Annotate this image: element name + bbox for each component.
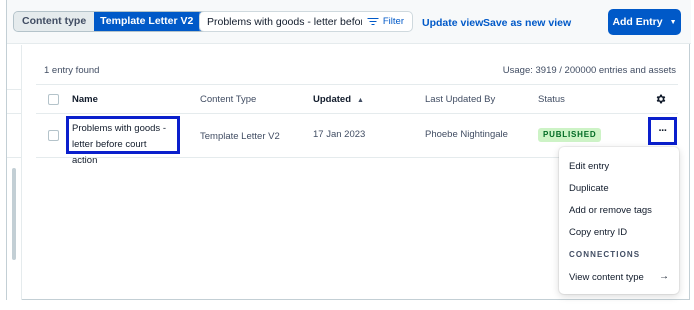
- entries-count: 1 entry found: [44, 65, 100, 76]
- filter-icon: [367, 17, 379, 26]
- entry-name-link[interactable]: Problems with goods - letter before cour…: [66, 116, 180, 166]
- content-type-label: Content type: [14, 12, 95, 31]
- column-header-status[interactable]: Status: [538, 94, 565, 105]
- menu-item-duplicate[interactable]: Duplicate: [569, 183, 609, 194]
- usage-text: Usage: 3919 / 200000 entries and assets: [502, 65, 676, 76]
- entry-updated: 17 Jan 2023: [313, 129, 366, 140]
- scrollbar[interactable]: [12, 168, 16, 260]
- content-type-selector[interactable]: Content type Template Letter V2 ▼: [13, 11, 217, 32]
- sort-ascending-icon: ▲: [357, 97, 364, 104]
- status-badge: PUBLISHED: [538, 128, 602, 142]
- row-checkbox[interactable]: [48, 130, 59, 141]
- divider: [7, 113, 22, 114]
- entry-content-type: Template Letter V2: [200, 131, 280, 142]
- divider: [7, 157, 22, 158]
- add-entry-label: Add Entry: [612, 16, 663, 28]
- entry-last-updated-by: Phoebe Nightingale: [425, 129, 508, 140]
- menu-item-edit-entry[interactable]: Edit entry: [569, 161, 609, 172]
- entry-actions-menu: Edit entry Duplicate Add or remove tags …: [559, 147, 679, 294]
- column-header-updated-label: Updated: [313, 94, 351, 105]
- column-header-updated[interactable]: Updated ▲: [313, 94, 364, 105]
- toolbar: Content type Template Letter V2 ▼ Proble…: [7, 0, 691, 44]
- search-input[interactable]: Problems with goods - letter before c: [200, 16, 362, 28]
- add-entry-button[interactable]: Add Entry ▼: [608, 9, 681, 35]
- arrow-right-icon: →: [659, 271, 669, 282]
- column-header-last-updated-by[interactable]: Last Updated By: [425, 94, 495, 105]
- column-header-content-type[interactable]: Content Type: [200, 94, 256, 105]
- menu-item-view-content-type[interactable]: View content type: [569, 272, 644, 283]
- menu-section-connections: CONNECTIONS: [569, 250, 641, 259]
- caret-down-icon: ▼: [669, 18, 677, 26]
- menu-item-add-remove-tags[interactable]: Add or remove tags: [569, 205, 652, 216]
- more-actions-button[interactable]: ···: [648, 117, 677, 145]
- table-header: Name Content Type Updated ▲ Last Updated …: [36, 84, 678, 114]
- content-type-value[interactable]: Template Letter V2: [94, 12, 200, 31]
- search-field[interactable]: Problems with goods - letter before c Fi…: [199, 11, 413, 32]
- column-header-name[interactable]: Name: [72, 94, 98, 105]
- menu-item-copy-entry-id[interactable]: Copy entry ID: [569, 227, 627, 238]
- select-all-checkbox[interactable]: [48, 94, 59, 105]
- update-view-button[interactable]: Update view: [422, 17, 483, 29]
- gear-icon[interactable]: [655, 93, 667, 105]
- save-as-new-view-button[interactable]: Save as new view: [483, 17, 571, 29]
- more-horizontal-icon: ···: [658, 125, 668, 137]
- filter-button[interactable]: Filter: [362, 16, 412, 27]
- filter-label: Filter: [382, 16, 404, 27]
- divider: [7, 89, 22, 90]
